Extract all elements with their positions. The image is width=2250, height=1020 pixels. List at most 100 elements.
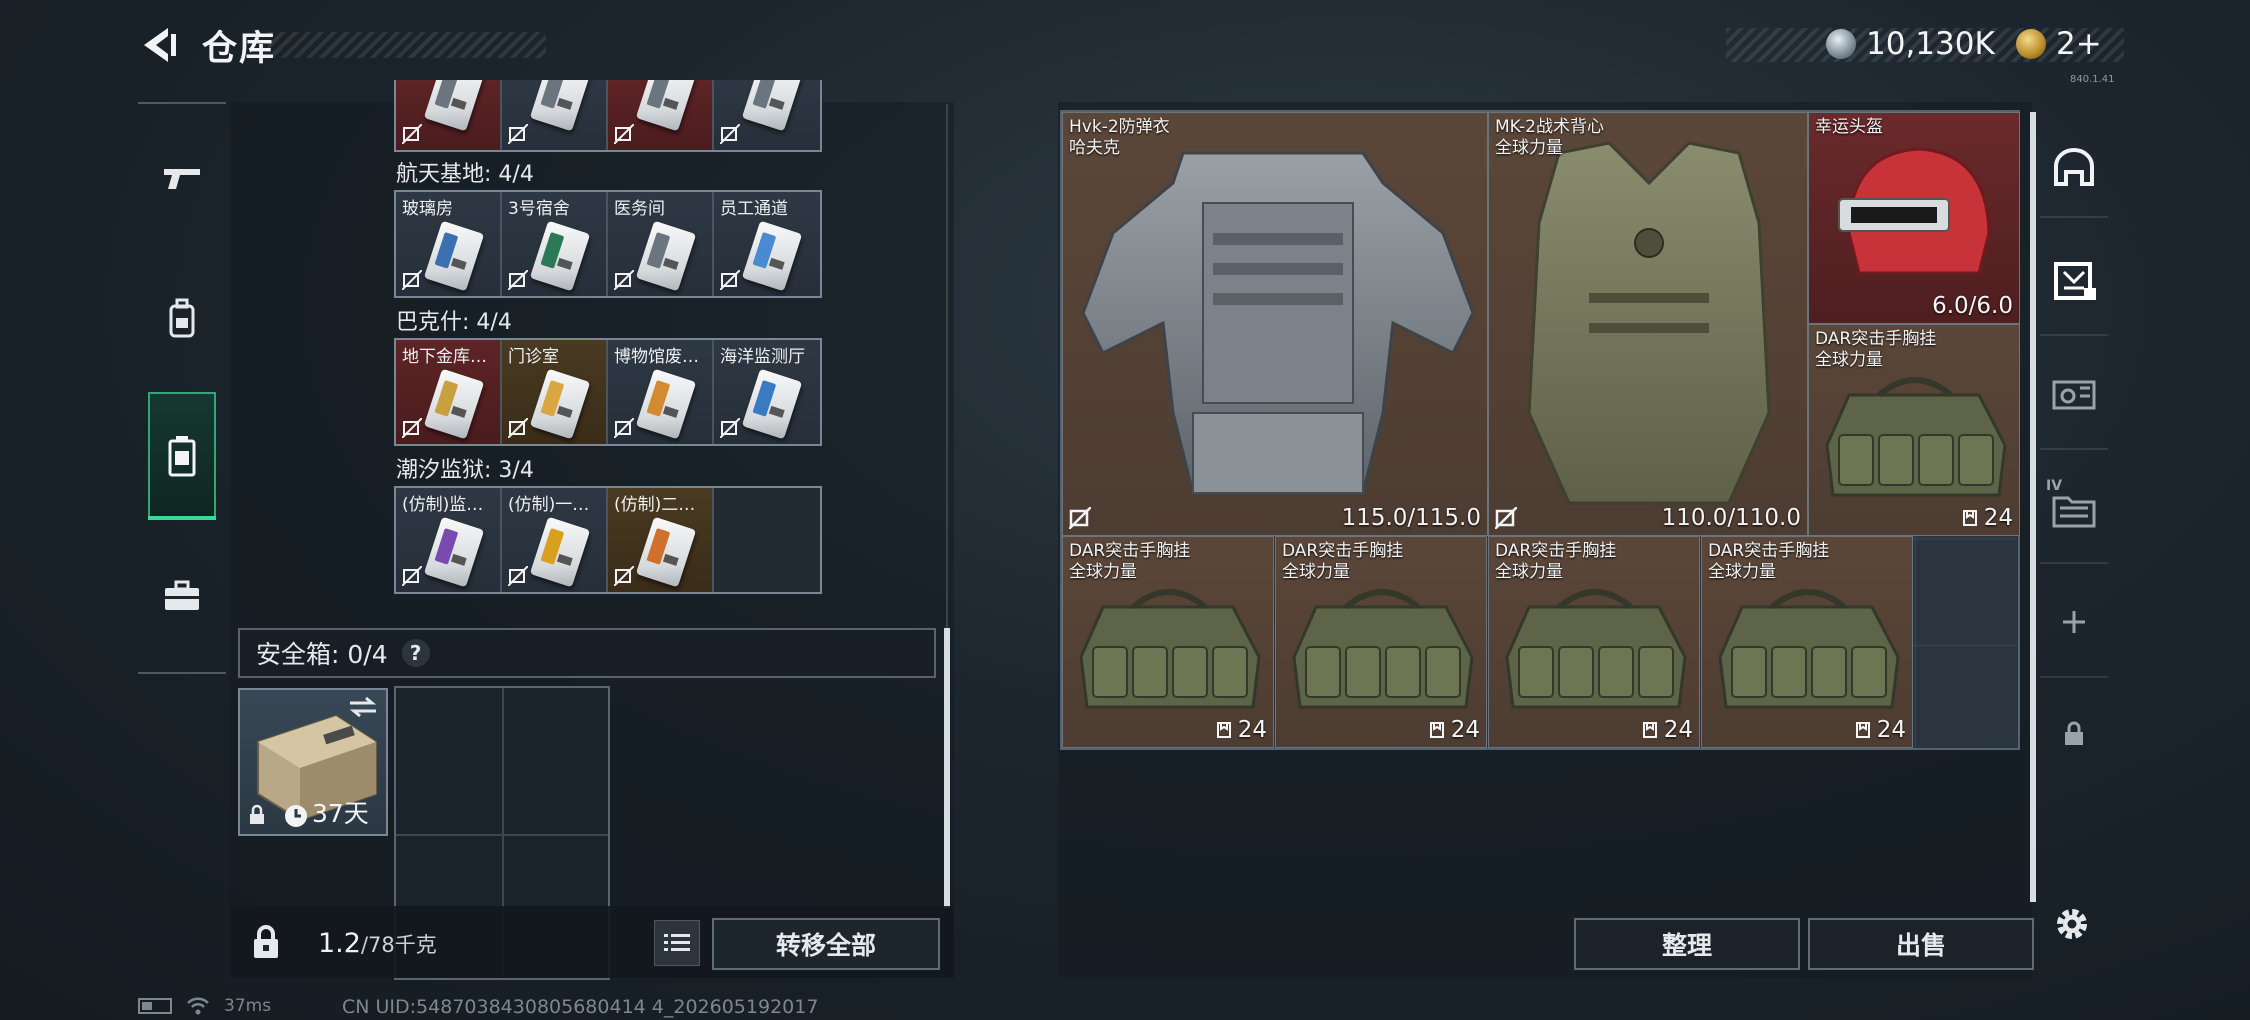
item-title: MK-2战术背心 <box>1495 117 1604 137</box>
key-card[interactable]: 博物馆废… <box>608 340 714 444</box>
item-brand: 全球力量 <box>1282 562 1350 582</box>
item-capacity: 24 <box>1642 717 1693 743</box>
body-armor-icon <box>1081 151 1475 495</box>
key-card[interactable]: 3号宿舍 <box>502 192 608 296</box>
key-card[interactable] <box>714 80 820 150</box>
key-card-name: (仿制)一… <box>508 495 590 515</box>
stash-scrollbar[interactable] <box>2030 112 2036 902</box>
scrollbar[interactable] <box>944 628 950 908</box>
stash-tier-label: IV <box>2046 478 2063 494</box>
key-card[interactable]: 海洋监测厅 <box>714 340 820 444</box>
sort-button[interactable]: 整理 <box>1574 918 1800 970</box>
help-icon[interactable]: ? <box>401 639 430 667</box>
sell-button[interactable]: 出售 <box>1808 918 2034 970</box>
item-name: DAR突击手胸挂 全球力量 <box>1815 329 1936 371</box>
add-slot-button[interactable] <box>2040 588 2108 656</box>
safe-box-item[interactable]: 37天 <box>238 688 388 836</box>
key-card-name: 博物馆废… <box>614 347 699 367</box>
key-card[interactable]: 门诊室 <box>502 340 608 444</box>
keycard-case-icon <box>168 436 196 477</box>
premium-currency-amount[interactable]: 2+ <box>2056 26 2102 62</box>
settings-button[interactable] <box>2046 898 2098 950</box>
keycard-icon <box>741 220 803 292</box>
item-vest-mk2[interactable]: MK-2战术背心 全球力量 110.0/110.0 <box>1488 112 1808 536</box>
key-card[interactable] <box>608 80 714 150</box>
slot-vehicle[interactable] <box>2040 360 2108 428</box>
key-card[interactable]: 员工通道 <box>714 192 820 296</box>
item-helmet-lucky[interactable]: 幸运头盔 6.0/6.0 <box>1808 112 2020 324</box>
currency-amount[interactable]: 10,130K <box>1866 26 1995 62</box>
list-icon <box>664 934 690 951</box>
item-brand: 全球力量 <box>1495 138 1563 158</box>
item-armor-hvk2[interactable]: Hvk-2防弹衣 哈夫克 115.0/115.0 <box>1062 112 1488 536</box>
key-card[interactable]: 地下金库… <box>396 340 502 444</box>
capacity-value: 24 <box>1876 717 1906 743</box>
list-view-button[interactable] <box>654 920 700 966</box>
swap-icon[interactable] <box>348 696 378 718</box>
keycard-icon <box>423 80 485 132</box>
item-chest-rig[interactable]: DAR突击手胸挂 全球力量 24 <box>1062 536 1274 748</box>
capacity-value: 24 <box>1237 717 1267 743</box>
item-durability: 110.0/110.0 <box>1661 505 1801 531</box>
key-card-name: 海洋监测厅 <box>720 347 805 367</box>
divider <box>2040 334 2108 336</box>
item-durability: 115.0/115.0 <box>1341 505 1481 531</box>
no-trade-icon <box>1069 507 1091 529</box>
slot-helmet[interactable] <box>2040 132 2108 200</box>
no-trade-icon <box>402 418 422 438</box>
key-card-name: 3号宿舍 <box>508 199 570 219</box>
back-arrow-icon <box>144 28 176 62</box>
nav-weapons[interactable] <box>148 144 216 212</box>
no-trade-icon <box>508 418 528 438</box>
key-card[interactable]: (仿制)一… <box>502 488 608 592</box>
transfer-all-button[interactable]: 转移全部 <box>712 918 940 970</box>
nav-briefcase[interactable] <box>148 562 216 630</box>
key-section-label: 巴克什: 4/4 <box>396 310 512 335</box>
uid-text: CN UID:5487038430805680414 4_20260519201… <box>342 996 819 1018</box>
divider <box>2040 676 2108 678</box>
divider <box>2040 448 2108 450</box>
key-card-name: (仿制)二… <box>614 495 696 515</box>
keycard-icon <box>423 368 485 440</box>
item-chest-rig[interactable]: DAR突击手胸挂 全球力量 24 <box>1808 324 2020 536</box>
safe-box-timer: 37天 <box>312 799 369 828</box>
key-card[interactable]: 玻璃房 <box>396 192 502 296</box>
item-title: Hvk-2防弹衣 <box>1069 117 1170 137</box>
item-brand: 哈夫克 <box>1069 138 1120 158</box>
nav-keycards[interactable] <box>148 422 216 490</box>
item-name: Hvk-2防弹衣 哈夫克 <box>1069 117 1170 159</box>
helmet-slot-icon <box>2054 148 2094 186</box>
safe-box-label: 安全箱: 0/4 <box>256 640 388 669</box>
no-trade-icon <box>614 270 634 290</box>
empty-key-slot[interactable] <box>714 488 820 592</box>
nav-backpack[interactable] <box>148 284 216 352</box>
lock-button[interactable] <box>238 914 294 970</box>
key-card[interactable]: (仿制)二… <box>608 488 714 592</box>
item-chest-rig[interactable]: DAR突击手胸挂 全球力量 24 <box>1488 536 1700 748</box>
item-chest-rig[interactable]: DAR突击手胸挂 全球力量 24 <box>1701 536 1913 748</box>
keycard-icon <box>741 368 803 440</box>
capacity-icon <box>1855 722 1870 738</box>
key-card[interactable] <box>396 80 502 150</box>
item-chest-rig[interactable]: DAR突击手胸挂 全球力量 24 <box>1275 536 1487 748</box>
capacity-icon <box>1962 510 1977 526</box>
key-card[interactable]: (仿制)监… <box>396 488 502 592</box>
key-card-name: 员工通道 <box>720 199 788 219</box>
no-trade-icon <box>720 124 740 144</box>
key-card[interactable]: 医务间 <box>608 192 714 296</box>
back-button[interactable] <box>138 24 180 66</box>
no-trade-icon <box>402 270 422 290</box>
slot-stash-iv[interactable]: IV <box>2040 474 2108 542</box>
item-capacity: 24 <box>1429 717 1480 743</box>
keycard-icon <box>529 368 591 440</box>
item-title: DAR突击手胸挂 <box>1069 541 1191 561</box>
key-card[interactable] <box>502 80 608 150</box>
no-trade-icon <box>614 566 634 586</box>
no-trade-icon <box>1495 507 1517 529</box>
key-card-row: 地下金库… 门诊室 博物馆废… 海洋监测厅 <box>394 338 822 446</box>
slot-armor[interactable] <box>2040 246 2108 314</box>
key-section-label: 潮汐监狱: 3/4 <box>396 458 534 483</box>
no-trade-icon <box>614 124 634 144</box>
locked-slot[interactable] <box>2040 700 2108 768</box>
capacity-icon <box>1429 722 1444 738</box>
